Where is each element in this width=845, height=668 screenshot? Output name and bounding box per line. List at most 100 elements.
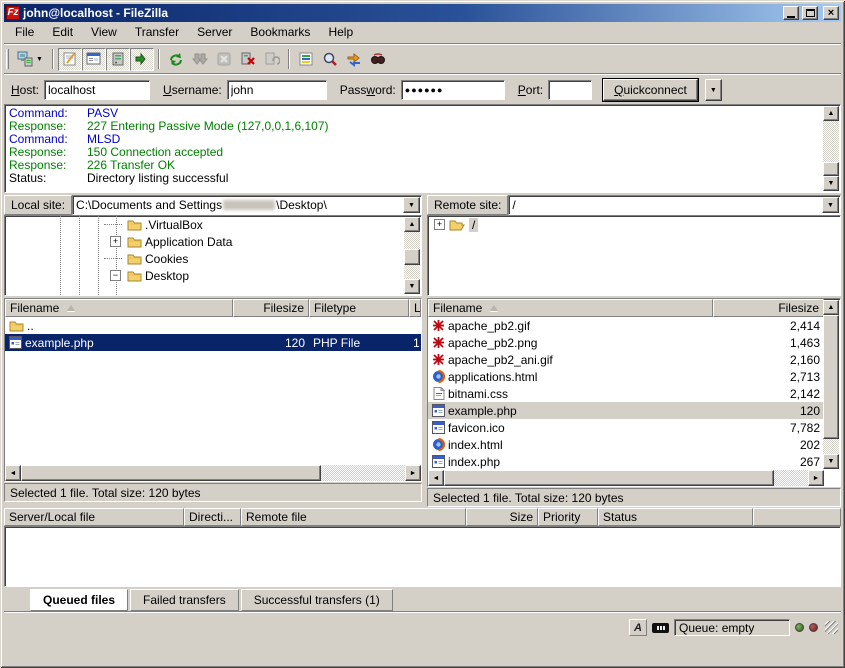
site-manager-button[interactable]: ▼ [12,48,48,71]
sync-browsing-button[interactable] [342,48,366,71]
table-row[interactable]: favicon.ico7,782 [428,419,824,436]
password-input[interactable] [401,80,505,100]
menu-edit[interactable]: Edit [43,23,82,41]
table-row[interactable]: bitnami.css2,142 [428,385,824,402]
quickconnect-button[interactable]: Quickconnect [603,79,698,101]
table-row[interactable]: apache_pb2_ani.gif2,160 [428,351,824,368]
scroll-track[interactable] [321,465,405,481]
scroll-track[interactable] [774,470,808,486]
local-site-combo[interactable]: C:\Documents and Settings\Desktop\ ▼ [72,195,422,215]
column-header-l[interactable]: L [409,299,421,317]
refresh-button[interactable] [164,48,188,71]
combo-dropdown-button[interactable]: ▼ [403,197,420,213]
column-header-status[interactable]: Status [598,508,753,526]
tab-successful-transfers-1-[interactable]: Successful transfers (1) [241,589,393,611]
host-input[interactable] [44,80,150,100]
ascii-datatype-icon[interactable]: A [629,619,647,636]
table-row[interactable]: .. [5,317,421,334]
tab-failed-transfers[interactable]: Failed transfers [130,589,239,611]
scroll-up-button[interactable]: ▲ [823,106,839,121]
tab-queued-files[interactable]: Queued files [30,589,128,611]
column-header-directi-[interactable]: Directi... [184,508,241,526]
column-header-filename[interactable]: Filename [428,299,713,317]
find-files-button[interactable] [366,48,390,71]
table-row[interactable]: apache_pb2.gif2,414 [428,317,824,334]
menu-transfer[interactable]: Transfer [126,23,188,41]
menu-help[interactable]: Help [319,23,362,41]
tree-item[interactable]: Cookies [5,250,421,267]
filter-button[interactable] [294,48,318,71]
collapse-icon[interactable]: − [110,270,121,281]
column-header-filetype[interactable]: Filetype [309,299,409,317]
combo-dropdown-button[interactable]: ▼ [822,197,839,213]
tree-item[interactable]: +/ [428,216,840,233]
table-row[interactable]: example.php120 [428,402,824,419]
tree-item[interactable]: .VirtualBox [5,216,421,233]
cancel-button[interactable] [212,48,236,71]
remote-vscrollbar[interactable]: ▲ ▼ [823,300,839,469]
local-tree-scrollbar[interactable]: ▲ ▼ [404,217,420,294]
table-row[interactable]: apache_pb2.png1,463 [428,334,824,351]
resize-grip[interactable] [825,621,838,634]
menu-view[interactable]: View [82,23,126,41]
toggle-local-tree-button[interactable] [82,48,106,71]
scroll-thumb[interactable] [444,470,774,486]
toolbar-grip[interactable] [6,49,9,69]
expand-icon[interactable]: + [434,219,445,230]
process-queue-button[interactable] [188,48,212,71]
toggle-remote-tree-button[interactable] [106,48,130,71]
scroll-track[interactable] [823,439,839,454]
scroll-right-button[interactable]: ► [808,470,824,486]
table-row[interactable]: index.php267 [428,453,824,470]
column-header-filename[interactable]: Filename [5,299,233,317]
username-input[interactable] [227,80,327,100]
minimize-button[interactable] [783,6,799,20]
scroll-thumb[interactable] [823,162,839,176]
scroll-left-button[interactable]: ◄ [5,465,21,481]
column-header-remote-file[interactable]: Remote file [241,508,466,526]
close-button[interactable]: × [823,6,839,20]
scroll-thumb[interactable] [823,315,839,439]
disconnect-button[interactable] [236,48,260,71]
compare-button[interactable] [318,48,342,71]
table-row[interactable]: index.html202 [428,436,824,453]
scroll-right-button[interactable]: ► [405,465,421,481]
column-header-server-local-file[interactable]: Server/Local file [4,508,184,526]
scroll-up-button[interactable]: ▲ [404,217,420,232]
scroll-track[interactable] [404,232,420,249]
scroll-thumb[interactable] [21,465,321,481]
expand-icon[interactable]: + [110,236,121,247]
column-header-filesize[interactable]: Filesize [713,299,824,317]
toggle-message-log-button[interactable] [58,48,82,71]
maximize-button[interactable] [802,6,818,20]
scroll-track[interactable] [404,265,420,279]
column-header-size[interactable]: Size [466,508,538,526]
scroll-left-button[interactable]: ◄ [428,470,444,486]
remote-hscrollbar[interactable]: ◄ ► [428,470,824,486]
reconnect-button[interactable] [260,48,284,71]
column-header-empty[interactable] [753,508,841,526]
table-row[interactable]: example.php120PHP File1 [5,334,421,351]
column-header-priority[interactable]: Priority [538,508,598,526]
scroll-track[interactable] [823,121,839,162]
local-file-list: ..example.php120PHP File1 [5,317,421,465]
scroll-down-button[interactable]: ▼ [404,279,420,294]
log-scrollbar[interactable]: ▲ ▼ [823,106,839,191]
scroll-up-button[interactable]: ▲ [823,300,839,315]
scroll-thumb[interactable] [404,249,420,265]
toggle-queue-button[interactable] [130,48,154,71]
tree-item[interactable]: +Application Data [5,233,421,250]
quickconnect-dropdown-button[interactable]: ▼ [705,79,722,101]
speedlimit-icon[interactable] [652,623,669,633]
tree-item[interactable]: −Desktop [5,267,421,284]
menu-bookmarks[interactable]: Bookmarks [241,23,319,41]
scroll-down-button[interactable]: ▼ [823,454,839,469]
table-row[interactable]: applications.html2,713 [428,368,824,385]
menu-file[interactable]: File [6,23,43,41]
local-hscrollbar[interactable]: ◄ ► [5,465,421,481]
column-header-filesize[interactable]: Filesize [233,299,309,317]
scroll-down-button[interactable]: ▼ [823,176,839,191]
port-input[interactable] [548,80,592,100]
remote-site-combo[interactable]: / ▼ [508,195,841,215]
menu-server[interactable]: Server [188,23,241,41]
